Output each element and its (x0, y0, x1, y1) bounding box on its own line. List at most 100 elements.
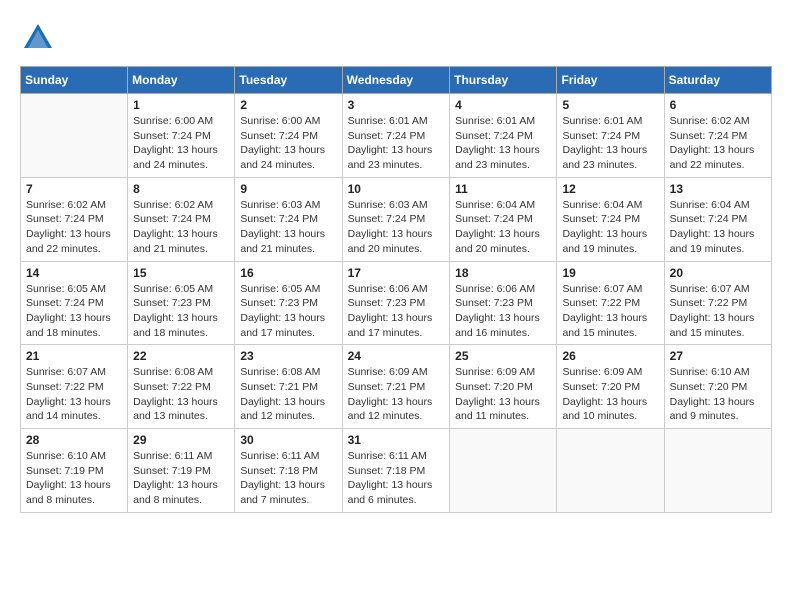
day-info: Sunrise: 6:07 AM Sunset: 7:22 PM Dayligh… (562, 282, 658, 341)
header (20, 20, 772, 56)
calendar-header-tuesday: Tuesday (235, 67, 342, 94)
calendar-cell: 16 Sunrise: 6:05 AM Sunset: 7:23 PM Dayli… (235, 261, 342, 345)
calendar-cell: 1 Sunrise: 6:00 AM Sunset: 7:24 PM Daylig… (128, 94, 235, 178)
day-info: Sunrise: 6:09 AM Sunset: 7:21 PM Dayligh… (348, 365, 445, 424)
day-number: 6 (670, 98, 766, 112)
day-number: 8 (133, 182, 229, 196)
week-row-4: 21 Sunrise: 6:07 AM Sunset: 7:22 PM Dayli… (21, 345, 772, 429)
calendar-cell: 11 Sunrise: 6:04 AM Sunset: 7:24 PM Dayli… (450, 177, 557, 261)
day-number: 25 (455, 349, 551, 363)
calendar-header-sunday: Sunday (21, 67, 128, 94)
calendar-cell: 13 Sunrise: 6:04 AM Sunset: 7:24 PM Dayli… (664, 177, 771, 261)
calendar-cell (664, 429, 771, 513)
day-info: Sunrise: 6:01 AM Sunset: 7:24 PM Dayligh… (562, 114, 658, 173)
calendar-cell: 29Sunrise: 6:11 AM Sunset: 7:19 PM Dayli… (128, 429, 235, 513)
day-number: 24 (348, 349, 445, 363)
day-info: Sunrise: 6:08 AM Sunset: 7:22 PM Dayligh… (133, 365, 229, 424)
day-info: Sunrise: 6:00 AM Sunset: 7:24 PM Dayligh… (240, 114, 336, 173)
day-number: 4 (455, 98, 551, 112)
day-info: Sunrise: 6:03 AM Sunset: 7:24 PM Dayligh… (348, 198, 445, 257)
day-number: 26 (562, 349, 658, 363)
day-info: Sunrise: 6:01 AM Sunset: 7:24 PM Dayligh… (455, 114, 551, 173)
calendar-cell: 12 Sunrise: 6:04 AM Sunset: 7:24 PM Dayli… (557, 177, 664, 261)
day-number: 22 (133, 349, 229, 363)
day-info: Sunrise: 6:02 AM Sunset: 7:24 PM Dayligh… (670, 114, 766, 173)
day-info: Sunrise: 6:09 AM Sunset: 7:20 PM Dayligh… (562, 365, 658, 424)
day-number: 21 (26, 349, 122, 363)
calendar-cell (450, 429, 557, 513)
calendar-cell: 9 Sunrise: 6:03 AM Sunset: 7:24 PM Daylig… (235, 177, 342, 261)
calendar-body: 1 Sunrise: 6:00 AM Sunset: 7:24 PM Daylig… (21, 94, 772, 513)
calendar-cell: 4 Sunrise: 6:01 AM Sunset: 7:24 PM Daylig… (450, 94, 557, 178)
day-info: Sunrise: 6:05 AM Sunset: 7:23 PM Dayligh… (133, 282, 229, 341)
calendar-cell: 20 Sunrise: 6:07 AM Sunset: 7:22 PM Dayli… (664, 261, 771, 345)
day-number: 15 (133, 266, 229, 280)
calendar-cell: 15 Sunrise: 6:05 AM Sunset: 7:23 PM Dayli… (128, 261, 235, 345)
day-number: 30 (240, 433, 336, 447)
calendar-cell: 19 Sunrise: 6:07 AM Sunset: 7:22 PM Dayli… (557, 261, 664, 345)
day-number: 18 (455, 266, 551, 280)
day-number: 3 (348, 98, 445, 112)
calendar-cell: 6 Sunrise: 6:02 AM Sunset: 7:24 PM Daylig… (664, 94, 771, 178)
calendar-cell: 18 Sunrise: 6:06 AM Sunset: 7:23 PM Dayli… (450, 261, 557, 345)
day-number: 19 (562, 266, 658, 280)
day-number: 11 (455, 182, 551, 196)
day-info: Sunrise: 6:02 AM Sunset: 7:24 PM Dayligh… (133, 198, 229, 257)
day-info: Sunrise: 6:11 AM Sunset: 7:18 PM Dayligh… (348, 449, 445, 508)
day-number: 31 (348, 433, 445, 447)
day-number: 1 (133, 98, 229, 112)
calendar-header-friday: Friday (557, 67, 664, 94)
day-info: Sunrise: 6:10 AM Sunset: 7:19 PM Dayligh… (26, 449, 122, 508)
day-info: Sunrise: 6:11 AM Sunset: 7:18 PM Dayligh… (240, 449, 336, 508)
calendar-header-thursday: Thursday (450, 67, 557, 94)
day-number: 14 (26, 266, 122, 280)
day-number: 23 (240, 349, 336, 363)
calendar-cell: 27 Sunrise: 6:10 AM Sunset: 7:20 PM Dayli… (664, 345, 771, 429)
calendar-cell: 21 Sunrise: 6:07 AM Sunset: 7:22 PM Dayli… (21, 345, 128, 429)
day-info: Sunrise: 6:11 AM Sunset: 7:19 PM Dayligh… (133, 449, 229, 508)
day-number: 9 (240, 182, 336, 196)
day-number: 12 (562, 182, 658, 196)
day-number: 17 (348, 266, 445, 280)
day-info: Sunrise: 6:07 AM Sunset: 7:22 PM Dayligh… (670, 282, 766, 341)
calendar-header-monday: Monday (128, 67, 235, 94)
day-number: 2 (240, 98, 336, 112)
calendar-header-row: SundayMondayTuesdayWednesdayThursdayFrid… (21, 67, 772, 94)
calendar-cell: 10 Sunrise: 6:03 AM Sunset: 7:24 PM Dayli… (342, 177, 450, 261)
day-info: Sunrise: 6:08 AM Sunset: 7:21 PM Dayligh… (240, 365, 336, 424)
day-info: Sunrise: 6:04 AM Sunset: 7:24 PM Dayligh… (562, 198, 658, 257)
day-number: 7 (26, 182, 122, 196)
day-info: Sunrise: 6:07 AM Sunset: 7:22 PM Dayligh… (26, 365, 122, 424)
day-info: Sunrise: 6:10 AM Sunset: 7:20 PM Dayligh… (670, 365, 766, 424)
calendar-header-wednesday: Wednesday (342, 67, 450, 94)
day-info: Sunrise: 6:05 AM Sunset: 7:24 PM Dayligh… (26, 282, 122, 341)
day-info: Sunrise: 6:09 AM Sunset: 7:20 PM Dayligh… (455, 365, 551, 424)
week-row-1: 1 Sunrise: 6:00 AM Sunset: 7:24 PM Daylig… (21, 94, 772, 178)
day-info: Sunrise: 6:01 AM Sunset: 7:24 PM Dayligh… (348, 114, 445, 173)
day-info: Sunrise: 6:04 AM Sunset: 7:24 PM Dayligh… (670, 198, 766, 257)
calendar-cell: 14 Sunrise: 6:05 AM Sunset: 7:24 PM Dayli… (21, 261, 128, 345)
calendar-cell: 22 Sunrise: 6:08 AM Sunset: 7:22 PM Dayli… (128, 345, 235, 429)
calendar-cell: 7Sunrise: 6:02 AM Sunset: 7:24 PM Daylig… (21, 177, 128, 261)
week-row-3: 14 Sunrise: 6:05 AM Sunset: 7:24 PM Dayli… (21, 261, 772, 345)
logo (20, 20, 60, 56)
day-number: 20 (670, 266, 766, 280)
day-number: 13 (670, 182, 766, 196)
day-number: 16 (240, 266, 336, 280)
calendar-cell: 23 Sunrise: 6:08 AM Sunset: 7:21 PM Dayli… (235, 345, 342, 429)
logo-icon (20, 20, 56, 56)
day-number: 27 (670, 349, 766, 363)
day-info: Sunrise: 6:03 AM Sunset: 7:24 PM Dayligh… (240, 198, 336, 257)
week-row-2: 7 Sunrise: 6:02 AM Sunset: 7:24 PM Daylig… (21, 177, 772, 261)
day-number: 28 (26, 433, 122, 447)
calendar-header-saturday: Saturday (664, 67, 771, 94)
calendar-cell: 8 Sunrise: 6:02 AM Sunset: 7:24 PM Daylig… (128, 177, 235, 261)
calendar-cell: 5Sunrise: 6:01 AM Sunset: 7:24 PM Daylig… (557, 94, 664, 178)
day-info: Sunrise: 6:06 AM Sunset: 7:23 PM Dayligh… (455, 282, 551, 341)
calendar-cell: 30 Sunrise: 6:11 AM Sunset: 7:18 PM Dayli… (235, 429, 342, 513)
day-info: Sunrise: 6:04 AM Sunset: 7:24 PM Dayligh… (455, 198, 551, 257)
day-info: Sunrise: 6:00 AM Sunset: 7:24 PM Dayligh… (133, 114, 229, 173)
calendar-cell: 31 Sunrise: 6:11 AM Sunset: 7:18 PM Dayli… (342, 429, 450, 513)
day-number: 10 (348, 182, 445, 196)
day-info: Sunrise: 6:05 AM Sunset: 7:23 PM Dayligh… (240, 282, 336, 341)
